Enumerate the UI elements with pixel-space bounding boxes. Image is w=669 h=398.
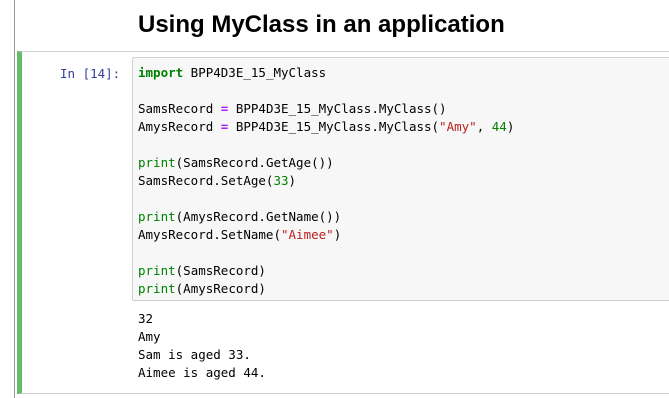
number-literal: 44 xyxy=(491,119,507,134)
code-line: AmysRecord = BPP4D3E_15_MyClass.MyClass(… xyxy=(138,118,514,136)
section-heading: Using MyClass in an application xyxy=(138,11,505,38)
builtin-print: print xyxy=(138,155,176,170)
code-editor[interactable]: import BPP4D3E_15_MyClass SamsRecord = BP… xyxy=(138,64,514,298)
code-text: , xyxy=(476,119,492,134)
code-text: BPP4D3E_15_MyClass.MyClass( xyxy=(228,119,440,134)
builtin-print: print xyxy=(138,281,176,296)
code-line: print(AmysRecord) xyxy=(138,280,514,298)
code-line: SamsRecord.SetAge(33) xyxy=(138,172,514,190)
code-text: (AmysRecord.GetName()) xyxy=(175,209,342,224)
code-text: ) xyxy=(506,119,515,134)
string-literal: "Amy" xyxy=(439,119,477,134)
code-text: (SamsRecord) xyxy=(175,263,266,278)
code-line: import BPP4D3E_15_MyClass xyxy=(138,64,514,82)
code-line: print(AmysRecord.GetName()) xyxy=(138,208,514,226)
code-text: ) xyxy=(333,227,342,242)
code-line: print(SamsRecord) xyxy=(138,262,514,280)
code-line: AmysRecord.SetName("Aimee") xyxy=(138,226,514,244)
code-text: SamsRecord xyxy=(138,101,221,116)
code-text: (SamsRecord.GetAge()) xyxy=(175,155,334,170)
number-literal: 33 xyxy=(273,173,289,188)
builtin-print: print xyxy=(138,263,176,278)
code-text: AmysRecord.SetName( xyxy=(138,227,281,242)
code-line: SamsRecord = BPP4D3E_15_MyClass.MyClass(… xyxy=(138,100,514,118)
output-line: Amy xyxy=(138,329,161,344)
builtin-print: print xyxy=(138,209,176,224)
output-line: Sam is aged 33. xyxy=(138,347,251,362)
code-text: SamsRecord.SetAge( xyxy=(138,173,274,188)
code-text: AmysRecord xyxy=(138,119,221,134)
code-text: BPP4D3E_15_MyClass xyxy=(183,65,327,80)
input-prompt: In [14]: xyxy=(60,66,121,81)
code-line: print(SamsRecord.GetAge()) xyxy=(138,154,514,172)
code-text: BPP4D3E_15_MyClass.MyClass() xyxy=(228,101,447,116)
code-text: (AmysRecord) xyxy=(175,281,266,296)
output-line: 32 xyxy=(138,311,154,326)
string-literal: "Aimee" xyxy=(281,227,334,242)
output-line: Aimee is aged 44. xyxy=(138,365,266,380)
notebook-left-rule xyxy=(14,0,15,398)
code-text: ) xyxy=(288,173,297,188)
keyword-import: import xyxy=(138,65,184,80)
cell-output: 32 Amy Sam is aged 33. Aimee is aged 44. xyxy=(138,310,266,382)
